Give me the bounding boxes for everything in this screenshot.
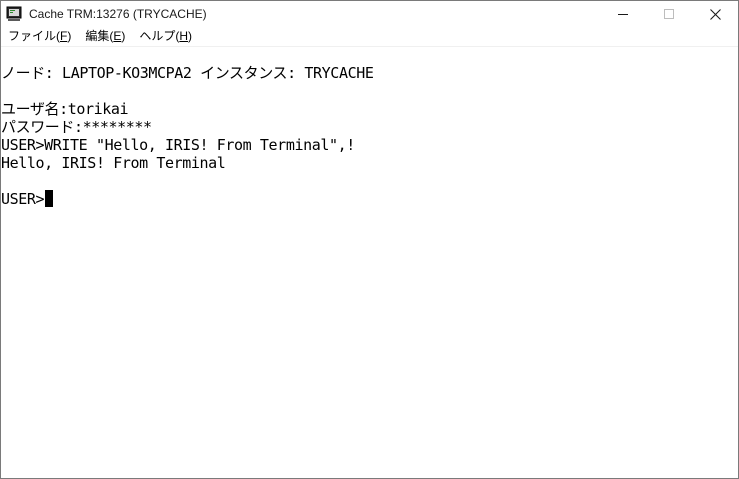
text-cursor — [45, 190, 54, 207]
prompt-text: USER> — [1, 190, 45, 208]
terminal-app-icon[interactable] — [6, 6, 22, 22]
terminal-output-area[interactable]: ノード: LAPTOP-KO3MCPA2 インスタンス: TRYCACHE ユー… — [1, 47, 738, 478]
minimize-icon — [618, 14, 628, 15]
node-info-line: ノード: LAPTOP-KO3MCPA2 インスタンス: TRYCACHE — [1, 64, 374, 82]
window-controls — [600, 1, 738, 27]
title-bar[interactable]: Cache TRM:13276 (TRYCACHE) — [1, 1, 738, 27]
terminal-window: Cache TRM:13276 (TRYCACHE) ファイル(F) 編集(E)… — [0, 0, 739, 479]
maximize-button[interactable] — [646, 1, 692, 27]
menu-help[interactable]: ヘルプ(H) — [132, 27, 199, 46]
prompt-line[interactable]: USER> — [1, 190, 54, 208]
close-button[interactable] — [692, 1, 738, 27]
password-line: パスワード:******** — [1, 118, 152, 136]
minimize-button[interactable] — [600, 1, 646, 27]
command-line: USER>WRITE "Hello, IRIS! From Terminal",… — [1, 136, 355, 154]
maximize-icon — [664, 9, 674, 19]
menu-bar: ファイル(F) 編集(E) ヘルプ(H) — [1, 27, 738, 47]
username-line: ユーザ名:torikai — [1, 100, 129, 118]
menu-file[interactable]: ファイル(F) — [1, 27, 78, 46]
window-title: Cache TRM:13276 (TRYCACHE) — [29, 7, 207, 21]
output-line: Hello, IRIS! From Terminal — [1, 154, 226, 172]
close-icon — [709, 8, 721, 20]
menu-edit[interactable]: 編集(E) — [78, 27, 132, 46]
